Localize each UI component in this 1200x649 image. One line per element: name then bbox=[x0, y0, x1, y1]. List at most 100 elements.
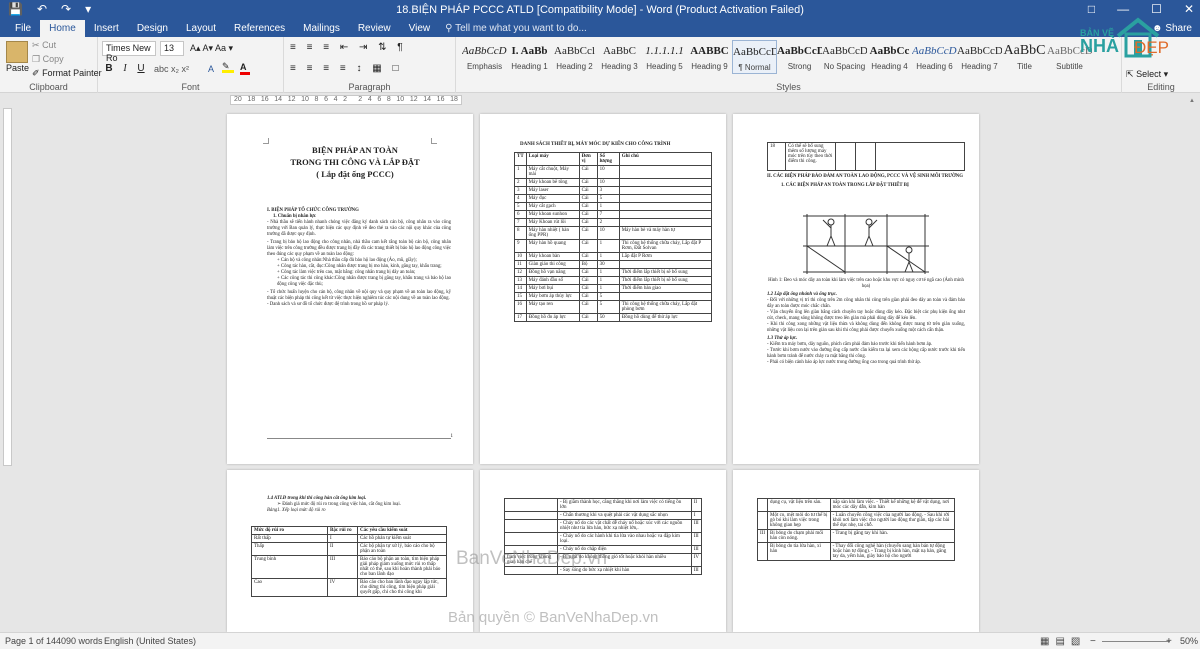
document-page-4[interactable]: 1.4 ATLĐ trong khi thi công hàn cắt ống … bbox=[227, 470, 473, 632]
ruler-tick-label: 4 bbox=[333, 96, 338, 103]
font-grow-icon[interactable]: A▴ A▾ Aa ▾ bbox=[190, 43, 233, 54]
table-cell bbox=[618, 292, 713, 301]
bold-button[interactable]: B bbox=[102, 63, 116, 74]
tab-review[interactable]: Review bbox=[349, 20, 400, 37]
tell-me-box[interactable]: ⚲ Tell me what you want to do... bbox=[445, 20, 587, 37]
ruler-tick-label: 18 bbox=[247, 96, 256, 103]
style-heading-5[interactable]: 1.1.1.1.1 Heading 5 bbox=[642, 40, 687, 74]
style-heading-3[interactable]: AaBbC Heading 3 bbox=[597, 40, 642, 74]
font-size-box[interactable]: 13 bbox=[160, 41, 184, 56]
table-cell: 3 bbox=[514, 186, 527, 195]
vertical-ruler[interactable] bbox=[3, 108, 12, 466]
table-row: 6 Máy khoan sunhon Cái 7 bbox=[514, 210, 713, 219]
style-preview: AABBC bbox=[690, 45, 729, 57]
table-cell: Đồng hồ dùng để thử áp lực bbox=[618, 313, 713, 322]
paste-icon[interactable] bbox=[6, 41, 28, 63]
title-bar: 💾 ↶ ↷ ▾ 18.BIỆN PHÁP PCCC ATLD [Compatib… bbox=[0, 0, 1200, 20]
style-title[interactable]: AaBbC Title bbox=[1002, 40, 1047, 74]
table-cell: Cái bbox=[578, 178, 598, 187]
tab-mailings[interactable]: Mailings bbox=[294, 20, 349, 37]
zoom-out-icon[interactable]: − bbox=[1090, 636, 1096, 647]
view-mode-icons[interactable]: ▦▤▧ bbox=[1040, 636, 1086, 647]
copy-button[interactable]: ❐ Copy bbox=[32, 54, 64, 65]
paragraph: - Phải có biện cảnh báo áp lực nước tron… bbox=[767, 360, 922, 365]
word-count[interactable]: 4090 words bbox=[56, 636, 103, 646]
document-page-3[interactable]: 18 Có thể sẽ bổ sung thêm số lượng máy m… bbox=[733, 114, 979, 464]
table-cell bbox=[504, 498, 558, 512]
table-row: 15 Máy bơm áp thủy lực Cái 5 bbox=[514, 292, 713, 301]
table-row: - Cháy nổ do các vật chất dễ cháy nổ hoặ… bbox=[504, 519, 703, 533]
table-row: 18 Có thể sẽ bổ sung thêm số lượng máy m… bbox=[767, 142, 965, 171]
tab-layout[interactable]: Layout bbox=[177, 20, 225, 37]
paragraph: - Khi thi công xong những vật liệu thừa … bbox=[767, 322, 965, 333]
text-effects-icon[interactable]: A bbox=[208, 64, 214, 74]
font-color-icon[interactable]: A bbox=[240, 62, 250, 75]
table-cell: - Cháy nổ do các hành khi tia lửa vào nh… bbox=[557, 532, 692, 546]
style-heading-7[interactable]: AaBbCcD Heading 7 bbox=[957, 40, 1002, 74]
paste-button[interactable]: Paste bbox=[6, 63, 29, 73]
page-count[interactable]: Page 1 of 14 bbox=[5, 636, 56, 646]
zoom-slider[interactable] bbox=[1102, 641, 1170, 642]
language-indicator[interactable]: English (United States) bbox=[104, 636, 196, 646]
style-heading-9[interactable]: AABBC Heading 9 bbox=[687, 40, 732, 74]
tab-view[interactable]: View bbox=[400, 20, 440, 37]
font-group: Times New Ro 13 A▴ A▾ Aa ▾ B I U abc x₂ … bbox=[98, 37, 284, 93]
align-left-icon[interactable]: ≡ ≡ ≡ ≡ ↕ ▦ □ bbox=[290, 63, 403, 74]
tab-file[interactable]: File bbox=[6, 20, 40, 37]
table-cell bbox=[618, 210, 713, 219]
tell-me-input[interactable]: Tell me what you want to do... bbox=[455, 23, 587, 34]
table-cell: Máy cắt gạch bbox=[525, 202, 580, 211]
style-no-spacing[interactable]: AaBbCcDdI No Spacing bbox=[822, 40, 867, 74]
tab-design[interactable]: Design bbox=[128, 20, 177, 37]
title-line: BIỆN PHÁP AN TOÀN bbox=[312, 145, 398, 155]
close-icon[interactable]: ✕ bbox=[1184, 2, 1194, 16]
lightbulb-icon: ⚲ bbox=[445, 23, 453, 34]
font-name-box[interactable]: Times New Ro bbox=[102, 41, 156, 63]
scaffold-safety-illustration bbox=[803, 214, 929, 274]
strikethrough-icon[interactable]: abc x₂ x² bbox=[154, 64, 189, 74]
horizontal-ruler[interactable]: 20 18 16 14 12 10 8 6 4 2 2 4 6 8 10 12 14 16 18 bbox=[230, 95, 462, 105]
vertical-scrollbar[interactable]: ▲ bbox=[1189, 98, 1197, 630]
format-painter-button[interactable]: ✐ Format Painter bbox=[32, 68, 102, 79]
tab-home[interactable]: Home bbox=[40, 20, 85, 37]
table-cell: Cái bbox=[578, 226, 598, 240]
document-page-2[interactable]: DANH SÁCH THIẾT BỊ, MÁY MÓC DỰ KIẾN CHO … bbox=[480, 114, 726, 464]
table-cell: Cái bbox=[578, 276, 598, 285]
document-page-6[interactable]: dụng cụ, vật liệu trên sàn. nắp sàn khi l… bbox=[733, 470, 979, 632]
italic-button[interactable]: I bbox=[118, 63, 132, 74]
logo-line-3: ĐẸP bbox=[1134, 38, 1169, 57]
ruler-tick-label: 14 bbox=[274, 96, 283, 103]
clipboard-label: Clipboard bbox=[29, 82, 68, 92]
table-cell: 18 bbox=[767, 142, 786, 171]
tab-insert[interactable]: Insert bbox=[85, 20, 128, 37]
style-heading-6[interactable]: AaBbCcDd Heading 6 bbox=[912, 40, 957, 74]
style-name: Heading 5 bbox=[646, 62, 683, 71]
style-strong[interactable]: AaBbCcDc Strong bbox=[777, 40, 822, 74]
bullets-icon[interactable]: ≡ ≡ ≡ ⇤ ⇥ ⇅ ¶ bbox=[290, 42, 407, 53]
style-heading-2[interactable]: AaBbCcl Heading 2 bbox=[552, 40, 597, 74]
select-button[interactable]: ⇱ Select ▾ bbox=[1126, 69, 1168, 80]
ribbon: Paste ✂ Cut ❐ Copy ✐ Format Painter Clip… bbox=[0, 37, 1200, 93]
table-cell: 50 bbox=[596, 313, 620, 322]
ruler-tick-label: 14 bbox=[423, 96, 432, 103]
table-cell: 12 bbox=[514, 268, 527, 277]
style-heading-4[interactable]: AaBbCc Heading 4 bbox=[867, 40, 912, 74]
font-label: Font bbox=[181, 82, 200, 92]
style-heading-1[interactable]: I. AaBb Heading 1 bbox=[507, 40, 552, 74]
underline-button[interactable]: U bbox=[134, 63, 148, 74]
cut-button[interactable]: ✂ Cut bbox=[32, 40, 56, 51]
table-cell: 6 bbox=[514, 210, 527, 219]
tab-references[interactable]: References bbox=[225, 20, 294, 37]
table-cell: Bị bỏng do chạm phải mối hàn còn nóng. bbox=[767, 529, 831, 543]
zoom-in-icon[interactable]: + bbox=[1166, 636, 1172, 647]
highlight-icon[interactable]: ✎ bbox=[222, 61, 234, 73]
ruler-tick-label: 4 bbox=[367, 96, 372, 103]
style-normal[interactable]: AaBbCcDc ¶ Normal bbox=[732, 40, 777, 74]
table-cell bbox=[618, 202, 713, 211]
document-page-1[interactable]: BIỆN PHÁP AN TOÀN TRONG THI CÔNG VÀ LẮP … bbox=[227, 114, 473, 464]
table-cell: 15 bbox=[514, 292, 527, 301]
style-emphasis[interactable]: AaBbCcDc Emphasis bbox=[462, 40, 507, 74]
table-header-row: TT Loại máy Đơn vị Số lượng Ghi chú bbox=[514, 152, 713, 166]
scroll-up-icon[interactable]: ▲ bbox=[1189, 98, 1197, 106]
zoom-level[interactable]: 50% bbox=[1180, 636, 1198, 646]
